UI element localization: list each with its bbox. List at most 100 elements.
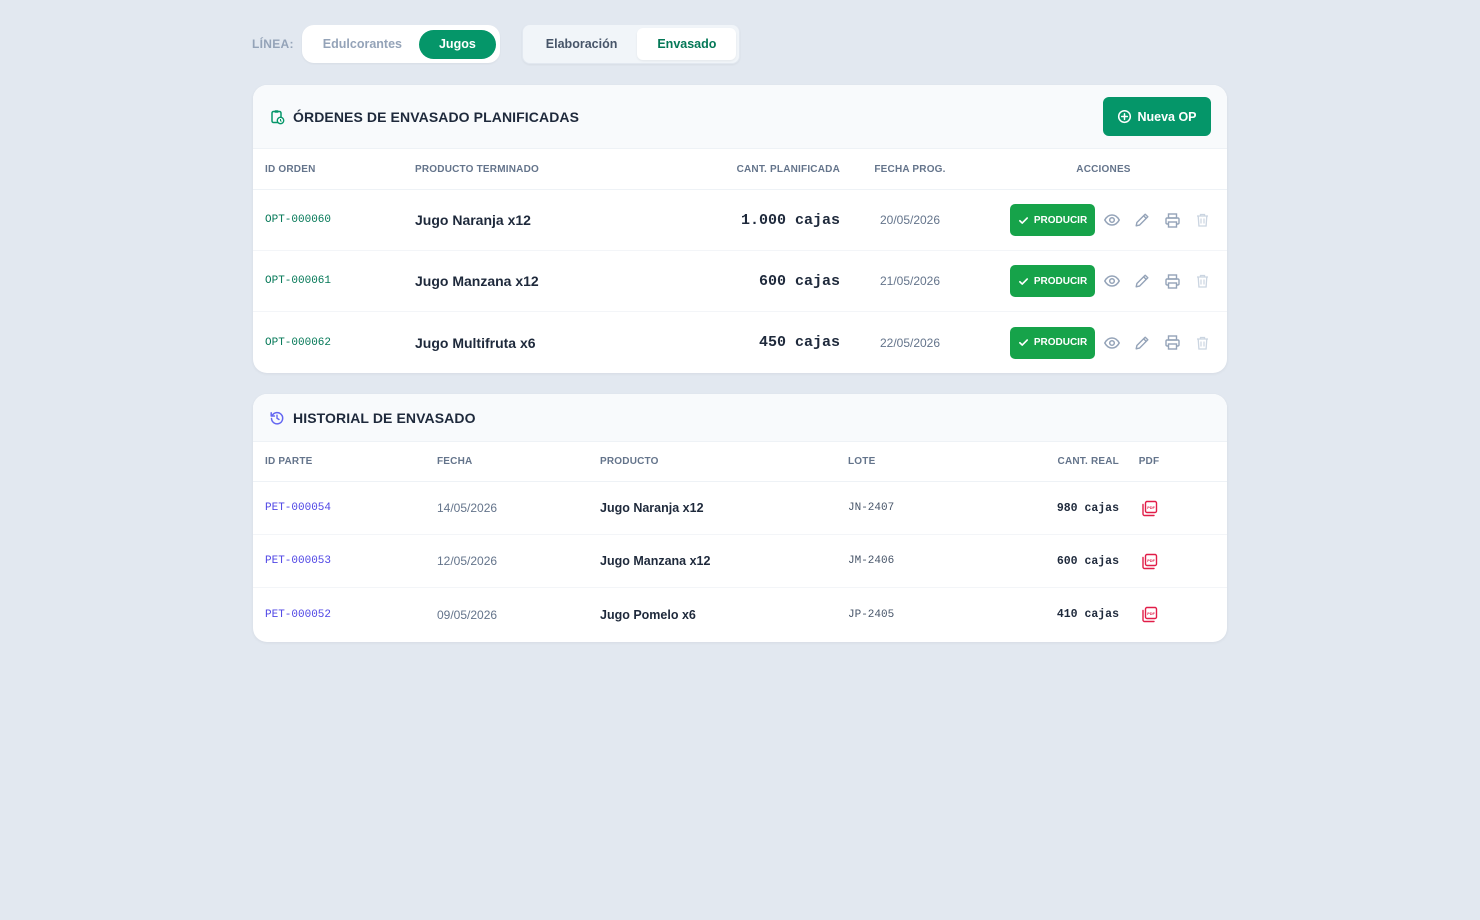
part-id[interactable]: PET-000053: [253, 555, 437, 567]
part-id[interactable]: PET-000052: [253, 609, 437, 621]
linea-label: LÍNEA:: [252, 37, 294, 51]
linea-selector: Edulcorantes Jugos: [301, 25, 500, 63]
part-pdf: PDF: [1119, 600, 1227, 630]
order-id[interactable]: OPT-000060: [253, 214, 415, 226]
order-actions: PRODUCIR: [980, 326, 1227, 359]
planned-orders-header: ÓRDENES DE ENVASADO PLANIFICADAS Nueva O…: [253, 85, 1227, 149]
order-actions: PRODUCIR: [980, 265, 1227, 297]
history-icon: [269, 410, 285, 426]
check-icon: [1018, 276, 1034, 287]
part-pdf: PDF: [1119, 493, 1227, 523]
history-row: PET-000052 09/05/2026 Jugo Pomelo x6 JP-240…: [253, 588, 1227, 641]
order-date: 22/05/2026: [879, 335, 941, 350]
history-title: HISTORIAL DE ENVASADO: [293, 409, 476, 426]
pdf-file-icon[interactable]: PDF: [1134, 600, 1164, 630]
printer-icon[interactable]: [1157, 266, 1187, 296]
produce-label: PRODUCIR: [1033, 214, 1088, 226]
produce-label: PRODUCIR: [1033, 337, 1088, 348]
plus-circle-icon: [1117, 109, 1137, 124]
svg-text:PDF: PDF: [1147, 505, 1155, 509]
eye-icon[interactable]: [1097, 328, 1127, 358]
order-actions: PRODUCIR: [980, 204, 1227, 236]
pdf-file-icon[interactable]: PDF: [1134, 493, 1164, 523]
col-acciones: ACCIONES: [1076, 163, 1131, 175]
order-date: 20/05/2026: [879, 213, 941, 227]
order-id[interactable]: OPT-000062: [253, 337, 415, 349]
pdf-file-icon[interactable]: PDF: [1134, 546, 1164, 576]
part-date: 12/05/2026: [437, 554, 498, 568]
stage-option-envasado[interactable]: Envasado: [637, 28, 737, 60]
part-product: Jugo Manzana x12: [600, 554, 711, 568]
history-row: PET-000053 12/05/2026 Jugo Manzana x12 JM-2…: [253, 535, 1227, 588]
order-id[interactable]: OPT-000061: [253, 275, 415, 287]
new-op-label: Nueva OP: [1137, 109, 1197, 124]
col-id-orden: ID ORDEN: [265, 163, 316, 175]
pencil-icon[interactable]: [1127, 205, 1157, 235]
stage-selector: Elaboración Envasado: [521, 24, 741, 64]
part-product: Jugo Pomelo x6: [600, 607, 696, 622]
part-product: Jugo Naranja x12: [600, 501, 704, 515]
part-qty: 600 cajas: [1056, 554, 1119, 568]
part-date: 09/05/2026: [437, 607, 498, 622]
order-qty: 600 cajas: [758, 272, 840, 290]
order-product: Jugo Multifruta x6: [415, 334, 536, 351]
part-lot: JP-2405: [848, 608, 895, 621]
planned-orders-card: ÓRDENES DE ENVASADO PLANIFICADAS Nueva O…: [253, 85, 1227, 373]
history-card: HISTORIAL DE ENVASADO ID PARTE FECHA PRO…: [253, 394, 1227, 642]
col-id-parte: ID PARTE: [265, 456, 313, 467]
planned-table-header: ID ORDEN PRODUCTO TERMINADO CANT. PLANIF…: [253, 149, 1227, 190]
col-fecha: FECHA: [437, 456, 473, 467]
history-header: HISTORIAL DE ENVASADO: [253, 394, 1227, 442]
produce-button[interactable]: PRODUCIR: [1010, 204, 1095, 236]
stage-option-elaboracion[interactable]: Elaboración: [526, 28, 638, 60]
produce-label: PRODUCIR: [1033, 275, 1088, 287]
planned-row: OPT-000060 Jugo Naranja x12 1.000 cajas 20/…: [253, 190, 1227, 251]
col-lote: LOTE: [848, 456, 876, 467]
order-product: Jugo Naranja x12: [415, 212, 531, 228]
produce-button[interactable]: PRODUCIR: [1010, 326, 1095, 359]
part-lot: JN-2407: [848, 502, 895, 514]
trash-icon[interactable]: [1187, 205, 1217, 235]
svg-text:PDF: PDF: [1147, 558, 1155, 562]
part-qty: 410 cajas: [1056, 608, 1119, 621]
col-pdf: PDF: [1138, 456, 1160, 467]
check-icon: [1018, 215, 1034, 226]
order-qty: 450 cajas: [758, 334, 840, 351]
printer-icon[interactable]: [1157, 328, 1187, 358]
printer-icon[interactable]: [1157, 205, 1187, 235]
part-date: 14/05/2026: [437, 501, 498, 515]
history-table-body: PET-000054 14/05/2026 Jugo Naranja x12 JN-2…: [253, 482, 1227, 641]
eye-icon[interactable]: [1097, 266, 1127, 296]
pencil-icon[interactable]: [1127, 328, 1157, 358]
part-pdf: PDF: [1119, 546, 1227, 576]
part-id[interactable]: PET-000054: [253, 502, 437, 514]
trash-icon[interactable]: [1187, 266, 1217, 296]
order-date: 21/05/2026: [879, 274, 941, 288]
col-cant-planificada: CANT. PLANIFICADA: [736, 163, 840, 175]
planned-row: OPT-000062 Jugo Multifruta x6 450 cajas 22/…: [253, 312, 1227, 373]
col-fecha-prog: FECHA PROG.: [874, 163, 946, 175]
svg-text:PDF: PDF: [1147, 612, 1155, 616]
planned-row: OPT-000061 Jugo Manzana x12 600 cajas 21/05…: [253, 251, 1227, 312]
part-qty: 980 cajas: [1056, 501, 1119, 515]
col-producto: PRODUCTO: [600, 456, 659, 467]
trash-icon[interactable]: [1187, 328, 1217, 358]
part-lot: JM-2406: [848, 555, 895, 567]
col-producto-terminado: PRODUCTO TERMINADO: [415, 163, 539, 175]
order-qty: 1.000 cajas: [740, 211, 840, 229]
clipboard-clock-icon: [269, 109, 285, 125]
new-op-button[interactable]: Nueva OP: [1103, 97, 1211, 136]
pencil-icon[interactable]: [1127, 266, 1157, 296]
planned-table-body: OPT-000060 Jugo Naranja x12 1.000 cajas 20/…: [253, 190, 1227, 373]
eye-icon[interactable]: [1097, 205, 1127, 235]
linea-option-edulcorantes[interactable]: Edulcorantes: [306, 30, 419, 59]
order-product: Jugo Manzana x12: [415, 273, 539, 289]
check-icon: [1018, 337, 1034, 348]
col-cant-real: CANT. REAL: [1057, 456, 1119, 467]
history-row: PET-000054 14/05/2026 Jugo Naranja x12 JN-2…: [253, 482, 1227, 535]
linea-option-jugos[interactable]: Jugos: [418, 29, 496, 59]
history-table-header: ID PARTE FECHA PRODUCTO LOTE CANT. REAL …: [253, 442, 1227, 482]
planned-orders-title: ÓRDENES DE ENVASADO PLANIFICADAS: [293, 108, 580, 125]
top-filter-bar: LÍNEA: Edulcorantes Jugos Elaboración En…: [252, 24, 741, 64]
produce-button[interactable]: PRODUCIR: [1010, 265, 1095, 297]
